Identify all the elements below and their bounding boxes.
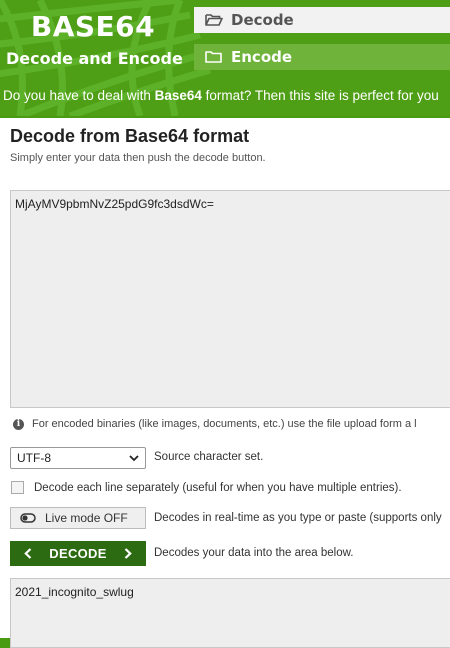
nav-decode-tab[interactable]: Decode [194, 7, 450, 33]
live-mode-toggle-button[interactable]: Live mode OFF [10, 507, 146, 529]
tagline-text-end: format? Then this site is perfect for yo… [201, 88, 439, 103]
live-mode-label: Live mode OFF [45, 511, 128, 525]
page-title: Decode from Base64 format [10, 126, 250, 146]
nav-decode-label: Decode [231, 11, 294, 29]
decode-button-label: DECODE [49, 546, 107, 561]
chevron-down-icon [129, 455, 139, 462]
folder-open-icon [205, 14, 223, 26]
tagline-text-start: Do you have to deal with [3, 88, 155, 103]
decode-each-line-checkbox[interactable] [11, 481, 24, 494]
file-upload-hint: i For encoded binaries (like images, doc… [13, 418, 417, 430]
logo-title[interactable]: BASE64 [30, 10, 156, 43]
decoded-output-textarea[interactable]: 2021_incognito_swlug [10, 578, 450, 648]
decode-description: Decodes your data into the area below. [154, 547, 354, 559]
decode-button[interactable]: DECODE [10, 541, 146, 566]
file-upload-hint-text: For encoded binaries (like images, docum… [32, 418, 417, 430]
chevron-left-icon [24, 548, 32, 559]
site-header: BASE64 Decode and Encode Decode Encode D… [0, 0, 450, 116]
tagline: Do you have to deal with Base64 format? … [3, 88, 439, 103]
nav-encode-label: Encode [231, 48, 293, 66]
folder-icon [205, 51, 222, 63]
info-icon: i [13, 418, 24, 430]
chevron-right-icon [124, 548, 132, 559]
tagline-bold: Base64 [154, 88, 202, 103]
logo-subtitle[interactable]: Decode and Encode [6, 49, 183, 68]
page-subtitle: Simply enter your data then push the dec… [10, 152, 266, 164]
base64-input-textarea[interactable]: MjAyMV9pbmNvZ25pdG9fc3dsdWc= [10, 190, 450, 408]
decode-each-line-label[interactable]: Decode each line separately (useful for … [34, 482, 402, 494]
live-mode-description: Decodes in real-time as you type or past… [154, 512, 442, 524]
charset-label: Source character set. [154, 451, 264, 463]
nav-encode-tab[interactable]: Encode [194, 44, 450, 70]
decode-panel: Decode from Base64 format Simply enter y… [0, 118, 450, 648]
charset-selected-value: UTF-8 [17, 451, 51, 465]
toggle-off-icon [20, 513, 36, 523]
charset-select[interactable]: UTF-8 [10, 447, 146, 469]
